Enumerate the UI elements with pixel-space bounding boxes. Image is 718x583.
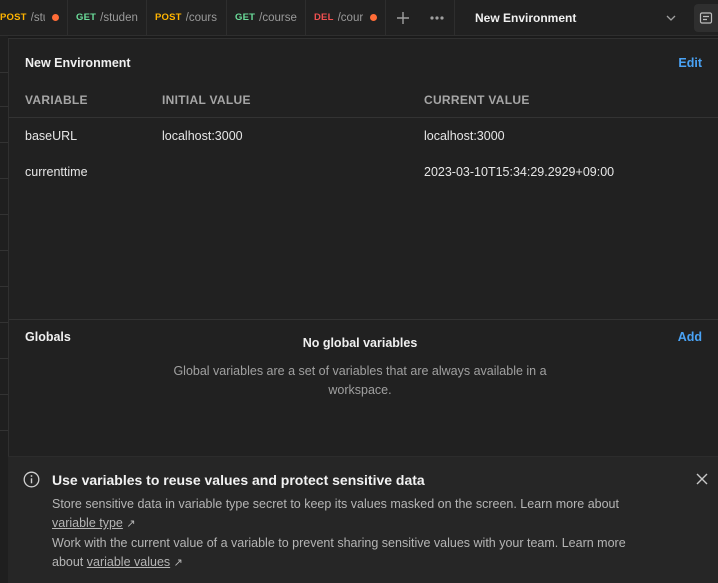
banner-body: Store sensitive data in variable type se… [52,495,652,573]
current-value: 2023-03-10T15:34:29.2929+09:00 [424,165,615,179]
variable-name: baseURL [25,129,78,143]
info-banner: Use variables to reuse values and protec… [8,456,718,583]
current-value: localhost:3000 [424,129,505,143]
more-tabs-button[interactable] [420,0,454,36]
column-header-variable: VARIABLE [25,93,88,107]
environment-selector[interactable]: New Environment [454,0,690,36]
environment-eye-icon [699,12,713,24]
method-badge: DEL [314,12,334,23]
table-row: currenttime 2023-03-10T15:34:29.2929+09:… [9,155,718,191]
info-icon [23,471,40,488]
tab-path: /course [259,11,297,24]
background-editor-strip [0,36,8,583]
environment-title: New Environment [25,56,131,70]
table-row: baseURL localhost:3000 localhost:3000 [9,119,718,155]
environment-quick-look-button[interactable] [694,4,718,32]
request-tab[interactable]: DEL /cour [306,0,386,36]
unsaved-dot-icon [370,14,377,21]
column-header-current-value: CURRENT VALUE [424,93,530,107]
request-tab[interactable]: POST /stu [0,0,68,36]
request-tab[interactable]: POST /cours [147,0,227,36]
edit-environment-button[interactable]: Edit [678,56,702,70]
external-link-icon: ↗ [126,518,136,530]
tab-path: /cours [185,11,217,24]
environment-selector-label: New Environment [475,10,577,25]
globals-empty-description: Global variables are a set of variables … [173,364,547,397]
banner-title: Use variables to reuse values and protec… [52,472,425,488]
request-tab[interactable]: GET /studen [68,0,147,36]
method-badge: GET [235,12,256,23]
initial-value: localhost:3000 [162,129,243,143]
unsaved-dot-icon [52,14,59,21]
close-icon[interactable] [694,471,710,487]
globals-empty-title: No global variables [302,336,418,350]
plus-icon [397,11,409,24]
method-badge: GET [76,12,97,23]
chevron-down-icon [666,15,676,21]
environment-section-header: New Environment Edit [25,56,702,70]
variable-name: currenttime [25,165,88,179]
section-divider [9,319,718,320]
variable-values-link[interactable]: variable values [87,555,170,569]
variables-table-header: VARIABLE INITIAL VALUE CURRENT VALUE [9,84,718,118]
tab-path: /studen [100,11,138,24]
variable-type-link[interactable]: variable type [52,516,123,530]
banner-line-1: Store sensitive data in variable type se… [52,497,619,511]
tab-path: /cour [337,11,363,24]
column-header-initial-value: INITIAL VALUE [162,93,251,107]
external-link-icon: ↗ [173,557,183,569]
tab-path: /stu [30,11,45,24]
method-badge: POST [0,12,27,23]
new-tab-button[interactable] [386,0,420,36]
request-tab[interactable]: GET /course [227,0,306,36]
ellipsis-icon [430,15,444,20]
request-tab-bar: POST /stu GET /studen POST /cours GET /c… [0,0,718,36]
method-badge: POST [155,12,182,23]
